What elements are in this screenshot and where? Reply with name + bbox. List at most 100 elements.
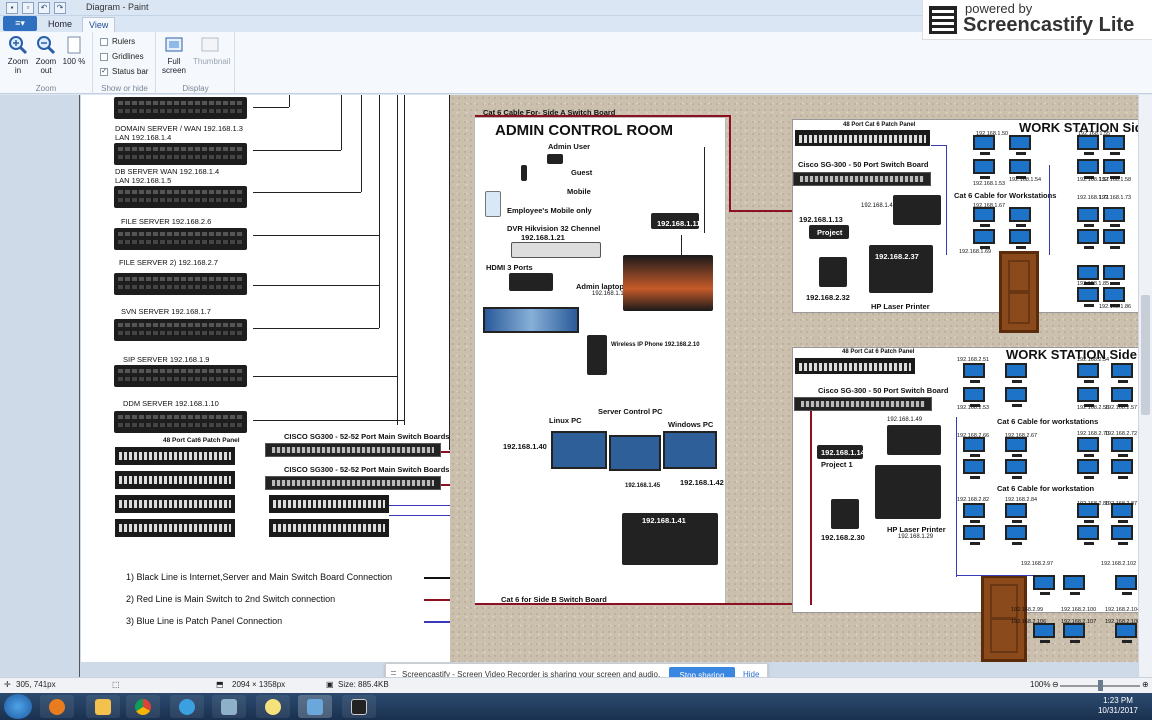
- workstation-ip: 192.168.2.87: [1105, 501, 1138, 507]
- workstation-pc: [1077, 135, 1099, 155]
- rulers-checkbox[interactable]: Rulers: [100, 37, 135, 46]
- workstation-pc: [1077, 525, 1099, 545]
- full-screen-button[interactable]: Full screen: [161, 35, 187, 75]
- taskbar-media-player[interactable]: [40, 695, 74, 718]
- side-a-printer-ip: 192.168.2.37: [875, 252, 919, 261]
- side-b-printer-label: HP Laser Printer: [887, 525, 946, 534]
- workstation-pc: [1009, 135, 1031, 155]
- show-hide-group: Rulers Gridlines ✓ Status bar Show or hid…: [94, 32, 156, 94]
- file-menu-button[interactable]: ≡▾: [3, 16, 37, 31]
- start-button[interactable]: [4, 694, 32, 719]
- taskbar-app[interactable]: [170, 695, 204, 718]
- server-rack: [114, 143, 247, 165]
- employee-mobile-icon: [485, 191, 501, 217]
- workstation-pc: [1063, 623, 1085, 643]
- zoom-slider-knob[interactable]: [1098, 680, 1103, 691]
- workstation-pc: [1033, 623, 1055, 643]
- connection-line: [404, 95, 405, 425]
- vertical-scrollbar[interactable]: [1138, 95, 1152, 677]
- side-b-desk-phone: [831, 499, 859, 529]
- workstation-pc: [973, 229, 995, 249]
- server-rack: [114, 273, 247, 295]
- workstation-ip: 192.168.1.73: [1099, 195, 1132, 201]
- zoom-in-button[interactable]: Zoom in: [5, 35, 31, 75]
- patch-panel: [269, 519, 389, 537]
- patch-panel-label: 48 Port Cat6 Patch Panel: [163, 437, 240, 444]
- refresh-app-icon: [179, 698, 195, 715]
- connection-line: [704, 147, 705, 233]
- zoom-group-label: Zoom: [35, 84, 57, 93]
- server-rack: [114, 411, 247, 433]
- workstation-pc: [1103, 287, 1125, 307]
- side-a-printer-label: HP Laser Printer: [871, 302, 930, 311]
- zoom-100-button[interactable]: 100 %: [61, 35, 87, 66]
- workstation-pc: [1077, 387, 1099, 407]
- workstation-pc: [963, 525, 985, 545]
- media-player-icon: [49, 698, 65, 715]
- gridlines-label: Gridlines: [112, 52, 144, 61]
- zoom-out-label: Zoom out: [35, 57, 57, 75]
- taskbar-tool[interactable]: [212, 695, 246, 718]
- workstation-pc: [1111, 387, 1133, 407]
- taskbar-chrome[interactable]: [126, 695, 160, 718]
- wireless-phone-label: Wireless IP Phone 192.168.2.10: [611, 342, 700, 348]
- workstation-ip: 192.168.2.66: [957, 433, 990, 439]
- status-bar-checkbox[interactable]: ✓ Status bar: [100, 67, 148, 76]
- hdmi-splitter: [509, 273, 553, 291]
- network-diagram-canvas[interactable]: DOMAIN SERVER / WAN 192.168.1.3 LAN 192.…: [81, 95, 1152, 662]
- zoom-out-button[interactable]: Zoom out: [33, 35, 59, 75]
- workstation-pc: [1033, 575, 1055, 595]
- save-icon[interactable]: ▫: [22, 2, 34, 14]
- tab-home[interactable]: Home: [42, 17, 78, 32]
- canvas-area[interactable]: DOMAIN SERVER / WAN 192.168.1.3 LAN 192.…: [0, 95, 1152, 677]
- connection-line: [379, 95, 380, 328]
- gridlines-checkbox[interactable]: Gridlines: [100, 52, 144, 61]
- workstation-ip: 192.168.1.50: [976, 131, 1009, 137]
- server-rack: [114, 319, 247, 341]
- connection-line: [253, 150, 341, 151]
- windows-pc-label: Windows PC: [668, 420, 714, 429]
- workstation-pc: [1111, 437, 1133, 457]
- taskbar-paint[interactable]: [298, 695, 332, 718]
- clock[interactable]: 1:23 PM 10/31/2017: [1098, 696, 1138, 716]
- blue-connection: [1049, 165, 1050, 255]
- chrome-icon: [135, 698, 151, 715]
- taskbar-notes[interactable]: [256, 695, 290, 718]
- workstation-pc: [1077, 363, 1099, 383]
- paint-app-icon[interactable]: ▪: [6, 2, 18, 14]
- zoom-in-icon: [9, 36, 28, 55]
- workstation-ip: 192.168.1.85: [1077, 281, 1110, 287]
- taskbar-video[interactable]: [342, 695, 376, 718]
- windows-taskbar: 1:23 PM 10/31/2017: [0, 693, 1152, 720]
- patch-panel: [115, 447, 235, 465]
- workstation-pc: [1077, 207, 1099, 227]
- ribbon: Zoom in Zoom out 100 % Zoom Rulers Gridl…: [0, 32, 1152, 94]
- workstation-pc: [1103, 265, 1125, 285]
- tab-view[interactable]: View: [82, 17, 116, 32]
- mobile-phone-icon: [521, 165, 527, 181]
- linux-pc-monitor: [551, 431, 607, 469]
- workstation-pc: [1005, 387, 1027, 407]
- workstation-pc: [1077, 459, 1099, 479]
- workstation-ip: 192.168.2.67: [1005, 433, 1038, 439]
- zoom-in-small-button[interactable]: ⊕: [1142, 680, 1149, 689]
- redo-icon[interactable]: ↷: [54, 2, 66, 14]
- workstation-ip: 192.168.2.57: [1105, 405, 1138, 411]
- vertical-scrollbar-thumb[interactable]: [1141, 295, 1150, 415]
- server-label: DDM SERVER 192.168.1.10: [123, 399, 219, 408]
- undo-icon[interactable]: ↶: [38, 2, 50, 14]
- thumbnail-button[interactable]: Thumbnail: [193, 35, 230, 66]
- workstation-ip: 192.168.1.69: [959, 249, 992, 255]
- side-b-patch-panel: [795, 358, 915, 374]
- screencastify-logo-icon: [929, 6, 957, 34]
- main-switch-label: CISCO SG300 - 52-52 Port Main Switch Boa…: [284, 465, 450, 474]
- zoom-level: 100%: [1030, 680, 1051, 689]
- patch-panel: [269, 495, 389, 513]
- taskbar-explorer[interactable]: [86, 695, 120, 718]
- server-rack: [114, 228, 247, 250]
- workstation-pc: [1115, 623, 1137, 643]
- legend-blue: 3) Blue Line is Patch Panel Connection: [126, 616, 283, 626]
- workstation-ip: 192.168.1.54: [1009, 177, 1042, 183]
- zoom-out-small-button[interactable]: ⊖: [1052, 680, 1059, 689]
- workstation-pc: [963, 503, 985, 523]
